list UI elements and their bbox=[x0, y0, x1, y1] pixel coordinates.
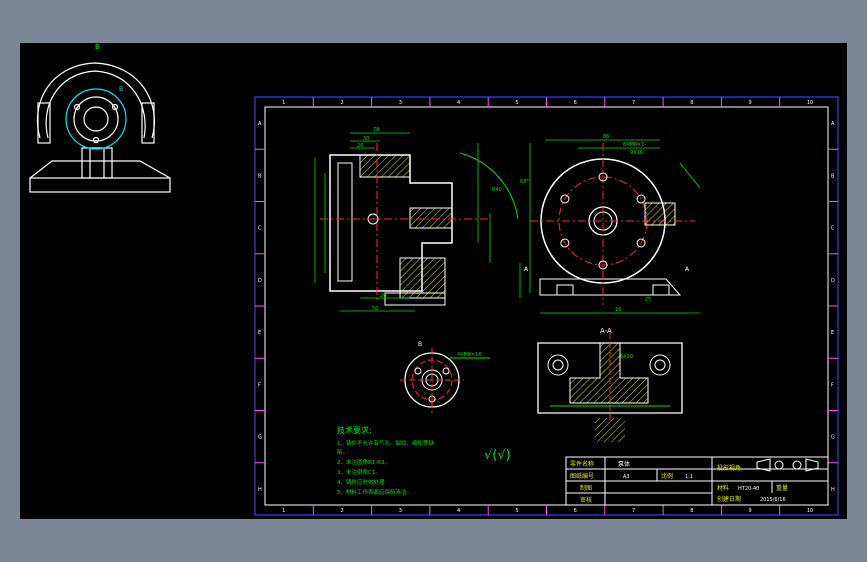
svg-text:创建日期: 创建日期 bbox=[717, 495, 741, 503]
frame-col-number: 9 bbox=[749, 508, 752, 514]
preview-view-label: B bbox=[95, 43, 100, 51]
svg-text:86: 86 bbox=[603, 134, 609, 140]
detail-view-b: B 4XM8×16 bbox=[400, 341, 490, 413]
svg-text:2、未注圆角R1-R3。: 2、未注圆角R1-R3。 bbox=[337, 458, 390, 466]
preview-isometric-part: B B bbox=[29, 43, 171, 193]
svg-text:A3: A3 bbox=[623, 474, 630, 480]
frame-row-letter: D bbox=[258, 278, 262, 284]
frame-col-number: 10 bbox=[807, 100, 813, 106]
svg-text:比例: 比例 bbox=[661, 472, 673, 480]
svg-text:6X10: 6X10 bbox=[620, 354, 633, 360]
frame-col-number: 8 bbox=[690, 100, 693, 106]
svg-text:HT20-40: HT20-40 bbox=[738, 486, 759, 492]
frame-row-letter: B bbox=[258, 173, 262, 179]
frame-row-letter: F bbox=[258, 382, 261, 388]
tech-title: 技术要求: bbox=[337, 425, 372, 435]
frame-col-number: 4 bbox=[457, 508, 460, 514]
frame-row-letter: A bbox=[258, 121, 262, 127]
svg-text:材料: 材料 bbox=[717, 484, 729, 492]
frame-row-letter: F bbox=[831, 382, 834, 388]
frame-row-letter: B bbox=[831, 173, 835, 179]
svg-text:零件名称: 零件名称 bbox=[570, 460, 594, 468]
svg-text:25: 25 bbox=[645, 297, 651, 303]
frame-col-number: 3 bbox=[399, 508, 402, 514]
frame-row-letter: E bbox=[831, 330, 834, 336]
svg-text:泵体: 泵体 bbox=[618, 460, 630, 468]
frame-row-letter: G bbox=[831, 435, 835, 441]
frame-col-number: 2 bbox=[340, 100, 343, 106]
technical-requirements: 技术要求: 1、铸件不允许有气孔、裂纹、缩松等缺 陷。 2、未注圆角R1-R3。… bbox=[337, 425, 511, 496]
frame-col-number: 9 bbox=[749, 100, 752, 106]
svg-text:5、材料工作表面应保持清洁。: 5、材料工作表面应保持清洁。 bbox=[337, 488, 412, 496]
frame-col-number: 1 bbox=[282, 100, 285, 106]
frame-col-number: 5 bbox=[515, 100, 518, 106]
svg-text:投影视角: 投影视角 bbox=[717, 464, 741, 472]
svg-text:A: A bbox=[524, 266, 529, 273]
frame-row-letter: A bbox=[831, 121, 835, 127]
model-space-canvas[interactable]: B B 1 1 2 2 3 3 4 4 5 5 6 6 7 7 8 8 9 9 10 10 A A B B C C D D E E F F G G… bbox=[20, 43, 847, 519]
svg-text:8XM8×1-: 8XM8×1- bbox=[623, 142, 646, 148]
frame-col-number: 1 bbox=[282, 508, 285, 514]
svg-text:A: A bbox=[685, 266, 690, 273]
svg-text:63°: 63° bbox=[520, 179, 529, 185]
svg-text:R40: R40 bbox=[492, 187, 502, 193]
svg-text:1、铸件不允许有气孔、裂纹、缩松等缺: 1、铸件不允许有气孔、裂纹、缩松等缺 bbox=[337, 439, 435, 447]
svg-text:重量: 重量 bbox=[776, 484, 788, 492]
front-section-view bbox=[320, 143, 519, 306]
frame-row-letter: D bbox=[831, 278, 835, 284]
frame-col-number: 10 bbox=[807, 508, 813, 514]
frame-row-letter: H bbox=[258, 487, 262, 493]
frame-col-number: 3 bbox=[399, 100, 402, 106]
frame-col-number: 5 bbox=[515, 508, 518, 514]
frame-col-number: 6 bbox=[574, 100, 577, 106]
title-block: 零件名称 泵体 图纸编号 A3 比例 1:1 制图 审核 投影视角 材料 HT2… bbox=[565, 456, 829, 506]
svg-text:26: 26 bbox=[380, 293, 386, 299]
preview-detail-label: B bbox=[119, 86, 123, 93]
frame-col-number: 8 bbox=[690, 508, 693, 514]
side-view bbox=[530, 143, 695, 305]
svg-text:9X16: 9X16 bbox=[630, 150, 643, 156]
frame-row-letter: G bbox=[258, 435, 262, 441]
svg-text:B: B bbox=[418, 341, 422, 348]
cad-drawing: B B 1122334455667788991010A AB BC CD DE EF FG G… bbox=[29, 43, 839, 516]
frame-col-number: 4 bbox=[457, 100, 460, 106]
svg-text:1:1: 1:1 bbox=[685, 474, 693, 480]
svg-text:制图: 制图 bbox=[580, 484, 592, 492]
surface-roughness-symbol: √(√) bbox=[484, 448, 511, 463]
svg-text:56: 56 bbox=[372, 306, 378, 312]
svg-text:20: 20 bbox=[357, 143, 363, 149]
svg-text:16: 16 bbox=[615, 307, 621, 313]
section-a-a: A-A 6X10 bbox=[537, 327, 683, 442]
frame-row-letter: H bbox=[831, 487, 835, 493]
frame-row-letter: E bbox=[258, 330, 261, 336]
svg-text:陷。: 陷。 bbox=[337, 448, 348, 456]
frame-col-number: 7 bbox=[632, 100, 635, 106]
frame-row-letter: C bbox=[258, 226, 262, 232]
svg-text:2015/6/16: 2015/6/16 bbox=[760, 497, 786, 503]
svg-text:3、未注倒角C1。: 3、未注倒角C1。 bbox=[337, 468, 381, 476]
frame-row-letter: C bbox=[831, 226, 835, 232]
frame-col-number: 2 bbox=[340, 508, 343, 514]
svg-text:审核: 审核 bbox=[580, 496, 592, 504]
frame-col-number: 7 bbox=[632, 508, 635, 514]
svg-text:4、铸件应时效处理: 4、铸件应时效处理 bbox=[337, 478, 385, 486]
svg-text:30: 30 bbox=[363, 136, 369, 142]
svg-text:4XM8×16: 4XM8×16 bbox=[457, 352, 482, 358]
frame-col-number: 6 bbox=[574, 508, 577, 514]
svg-text:图纸编号: 图纸编号 bbox=[570, 472, 594, 480]
svg-text:78: 78 bbox=[373, 127, 379, 133]
